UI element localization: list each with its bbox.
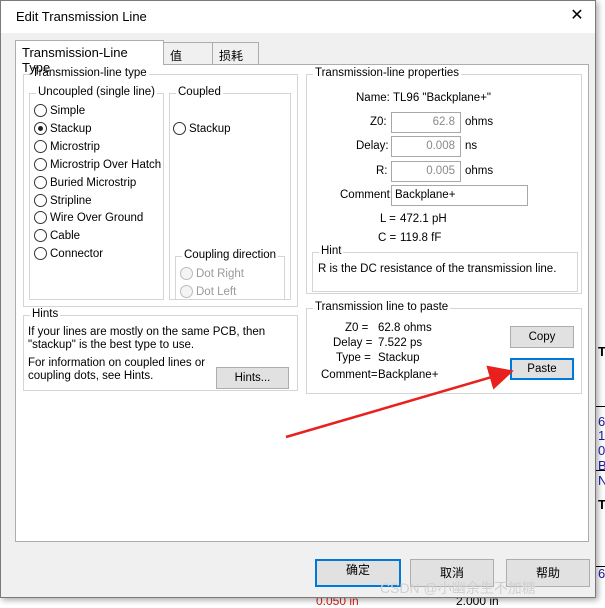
- bg-char: 1: [598, 428, 605, 443]
- edit-transmission-line-dialog: Edit Transmission Line ✕ Transmission-Li…: [0, 0, 596, 598]
- annotation-arrow-icon: [285, 365, 514, 439]
- bg-char: 6: [598, 566, 605, 581]
- bg-char: 6: [598, 414, 605, 429]
- bg-char: N: [598, 473, 605, 488]
- bg-char: B: [598, 458, 605, 473]
- bg-char: T: [598, 497, 605, 512]
- watermark-text: CSDN @小幽余生不加糖: [380, 580, 536, 596]
- tab-transmission-line-type[interactable]: Transmission-Line Type: [15, 40, 164, 75]
- bg-char: T: [598, 344, 605, 359]
- bg-char: 0: [598, 443, 605, 458]
